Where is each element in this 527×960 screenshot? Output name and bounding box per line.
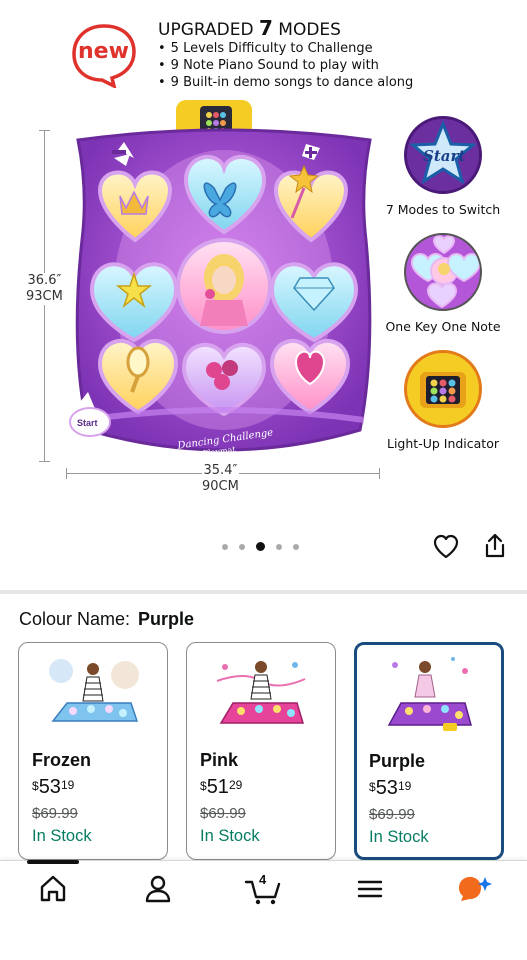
swatch-price: $5319 [369,777,412,799]
carousel-dot[interactable] [293,543,299,550]
dance-mat-image [64,100,384,464]
start-star-icon: Start [404,116,482,194]
feature-lights-caption: Light-Up Indicator [387,436,499,451]
account-icon[interactable] [138,872,178,906]
swatch-thumbnail [47,651,139,735]
light-up-panel-icon [404,350,482,428]
colour-option-pink[interactable]: Pink $5129 $69.99 In Stock [186,642,336,860]
height-dimension: 36.6″ 93CM [26,273,63,305]
feature-notes: One Key One Note [378,233,508,334]
swatch-thumbnail [215,651,307,735]
swatch-thumbnail [383,651,475,735]
feature-bullets: 5 Levels Difficulty to Challenge 9 Note … [158,40,414,91]
swatch-stock-status: In Stock [369,828,429,846]
active-tab-indicator [27,860,79,864]
bullet-item: 5 Levels Difficulty to Challenge [158,40,413,57]
height-cm: 93CM [26,289,63,304]
swatch-name: Purple [369,751,426,771]
mat-closeup-icon [404,233,482,311]
colour-option-frozen[interactable]: Frozen $5319 $69.99 In Stock [18,642,168,860]
width-dimension: 35.4″ 90CM [202,463,239,495]
width-inches: 35.4″ [203,463,238,478]
swatch-stock-status: In Stock [200,827,260,845]
colour-name-label: Colour Name: [19,609,131,629]
carousel-dot[interactable] [222,543,228,550]
headline: UPGRADED 7 MODES [158,16,341,40]
bullet-item: 9 Note Piano Sound to play with [158,57,413,74]
home-icon[interactable] [33,872,73,906]
height-inches: 36.6″ [27,273,62,288]
product-page: new UPGRADED 7 MODES 5 Levels Difficulty… [0,0,527,960]
section-divider [0,590,527,594]
carousel-dot-active[interactable] [256,542,265,551]
wishlist-heart-icon[interactable] [433,534,459,560]
carousel-dot[interactable] [239,543,245,550]
swatch-list-price: $69.99 [369,806,415,823]
product-image-carousel[interactable]: new UPGRADED 7 MODES 5 Levels Difficulty… [0,0,527,520]
mat-start-label: Start [77,418,98,428]
cart-count-badge: 4 [259,872,267,887]
swatch-name: Pink [200,750,239,770]
swatch-list-price: $69.99 [32,805,78,822]
carousel-indicator [222,542,299,551]
swatch-price: $5319 [32,776,75,798]
menu-icon[interactable] [350,872,390,906]
bullet-item: 9 Built-in demo songs to dance along [158,74,414,91]
colour-option-purple[interactable]: Purple $5319 $69.99 In Stock [354,642,504,860]
width-cm: 90CM [202,479,239,494]
carousel-dot[interactable] [276,543,282,550]
feature-lights: Light-Up Indicator [378,350,508,451]
swatch-list-price: $69.99 [200,805,246,822]
share-icon[interactable] [483,533,507,559]
feature-notes-caption: One Key One Note [385,319,501,334]
swatch-stock-status: In Stock [32,827,92,845]
start-star-label: Start [423,147,466,165]
swatch-price: $5129 [200,776,243,798]
new-badge-label: new [78,39,129,64]
rufus-icon[interactable] [455,872,495,906]
swatch-name: Frozen [32,750,92,770]
colour-name-row: Colour Name: Purple [19,609,194,630]
feature-modes-caption: 7 Modes to Switch [385,202,501,217]
feature-modes: Start 7 Modes to Switch [378,116,508,217]
colour-name-value: Purple [138,609,195,629]
